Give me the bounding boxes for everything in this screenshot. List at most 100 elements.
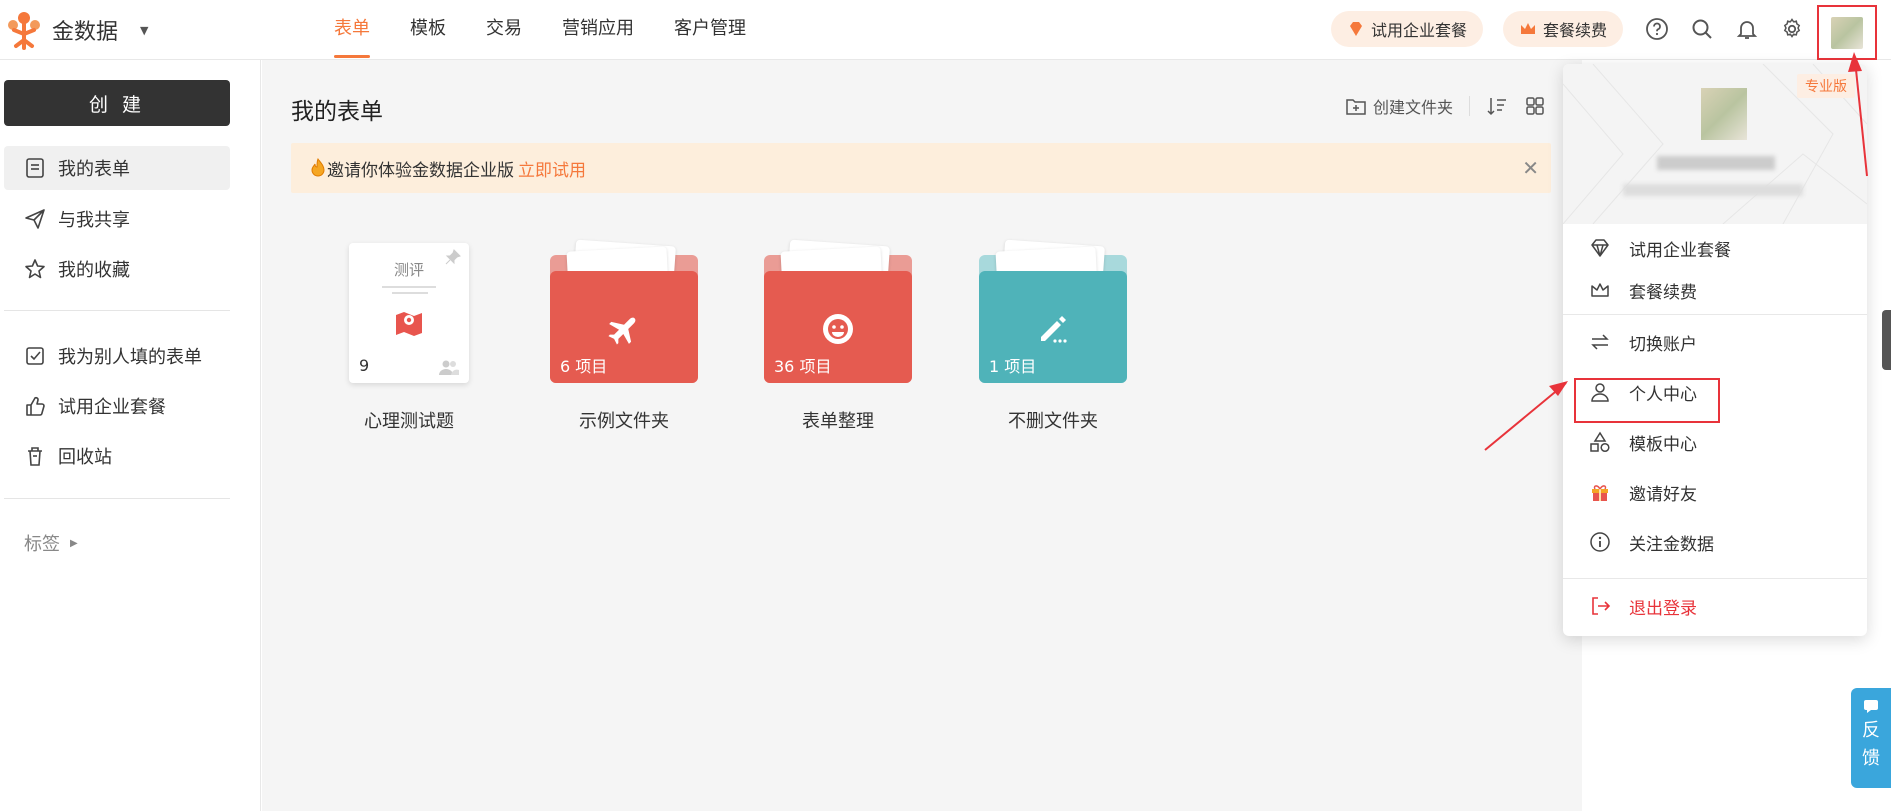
app-name: 金数据 [52,20,119,45]
send-icon [25,209,45,229]
grid-view-icon[interactable] [1524,95,1546,117]
user-profile-header: 专业版 [1563,64,1867,224]
menu-item-renew[interactable]: 套餐续费 [1563,268,1867,312]
pro-badge: 专业版 [1797,74,1855,98]
menu-item-follow[interactable]: 关注金数据 [1563,520,1867,564]
crown-icon [1591,283,1609,297]
renew-label: 套餐续费 [1543,21,1608,40]
create-button[interactable]: 创 建 [4,80,230,126]
folder-count: 6 项目 [560,357,608,376]
diamond-icon [1350,22,1362,36]
form-tile[interactable]: 测评 9 心理测试题 [349,243,469,433]
sort-icon[interactable] [1486,95,1508,117]
thumbs-up-icon [26,396,45,416]
renew-button[interactable]: 套餐续费 [1503,11,1624,47]
folder-count: 1 项目 [989,357,1037,376]
sidebar-item-shared[interactable]: 与我共享 [4,197,230,241]
trial-enterprise-label: 试用企业套餐 [1371,21,1468,40]
menu-item-template-center[interactable]: 模板中心 [1563,420,1867,464]
form-card: 测评 9 [349,243,469,383]
sidebar-item-label: 回收站 [58,447,112,468]
crown-icon [1521,23,1535,34]
folder: 6 项目 [550,239,698,383]
nav-customers[interactable]: 客户管理 [654,0,766,60]
menu-item-trial-enterprise[interactable]: 试用企业套餐 [1563,226,1867,270]
search-icon[interactable] [1688,15,1716,43]
main-content: 我的表单 创建文件夹 邀请你体验金数据企业版 立即试用 ✕ 测评 9 心理测试题… [262,60,1582,811]
trial-enterprise-button[interactable]: 试用企业套餐 [1331,11,1484,47]
sidebar-item-label: 与我共享 [58,210,130,231]
plane-icon [604,309,644,349]
form-list-icon [26,158,44,178]
folder-label: 表单整理 [802,411,874,432]
people-icon [439,360,459,375]
star-icon [25,259,45,279]
menu-item-invite-friends[interactable]: 邀请好友 [1563,470,1867,514]
sidebar-item-trash[interactable]: 回收站 [4,434,230,478]
tags-label: 标签 [24,534,60,555]
nav-forms[interactable]: 表单 [314,0,390,60]
form-card-line [392,292,428,294]
menu-item-label: 退出登录 [1629,598,1697,619]
user-dropdown-menu: 专业版 试用企业套餐 套餐续费 切换账户 个人中心 模板中心 邀请好友 关注金数… [1563,64,1867,636]
menu-item-label: 切换账户 [1629,334,1697,355]
close-icon[interactable]: ✕ [1522,156,1539,180]
feedback-button[interactable]: 反 馈 [1851,688,1891,788]
folder: 36 项目 [764,239,912,383]
nav-marketing[interactable]: 营销应用 [542,0,654,60]
folder-tile[interactable]: 1 项目 不删文件夹 [979,239,1127,433]
avatar [1831,16,1863,49]
logout-icon [1592,597,1611,615]
menu-item-label: 试用企业套餐 [1629,240,1731,261]
smile-icon [818,309,858,349]
user-name-blurred [1657,156,1775,170]
caret-down-icon[interactable]: ▼ [140,24,148,37]
app-logo[interactable]: 金数据 ▼ [4,10,148,50]
gear-icon[interactable] [1778,15,1806,43]
folder-label: 示例文件夹 [579,411,669,432]
caret-right-icon: ▶ [70,537,78,549]
new-folder-button[interactable]: 创建文件夹 [1345,94,1453,118]
sidebar-item-favorites[interactable]: 我的收藏 [4,247,230,291]
folder-tile[interactable]: 6 项目 示例文件夹 [550,239,698,433]
folder-plus-icon [1346,99,1366,115]
sidebar-item-trial-enterprise[interactable]: 试用企业套餐 [4,384,230,428]
sidebar-item-filled-for-others[interactable]: 我为别人填的表单 [4,334,230,378]
shapes-icon [1590,431,1610,453]
sidebar: 创 建 我的表单 与我共享 我的收藏 我为别人填的表单 试用企业套餐 回收站 标… [0,60,261,811]
form-tile-label: 心理测试题 [364,411,454,432]
checkbox-icon [26,347,44,365]
menu-item-logout[interactable]: 退出登录 [1563,584,1867,628]
menu-item-label: 套餐续费 [1629,282,1697,303]
menu-item-label: 邀请好友 [1629,484,1697,505]
sidebar-item-label: 我为别人填的表单 [58,347,202,368]
help-icon[interactable] [1643,15,1671,43]
pin-icon[interactable] [445,249,461,265]
switch-icon [1591,334,1609,350]
user-avatar-button[interactable] [1817,5,1877,60]
logo-icon [8,12,40,50]
menu-item-label: 关注金数据 [1629,534,1714,555]
folder-label: 不删文件夹 [1008,411,1098,432]
sidebar-item-label: 我的收藏 [58,260,130,281]
pen-icon [1033,309,1073,349]
menu-divider [1563,578,1867,579]
nav-transactions[interactable]: 交易 [466,0,542,60]
menu-item-switch-account[interactable]: 切换账户 [1563,320,1867,364]
new-folder-label: 创建文件夹 [1372,98,1453,117]
side-handle[interactable] [1882,310,1891,370]
nav-templates[interactable]: 模板 [390,0,466,60]
toolbar: 创建文件夹 [1345,94,1546,118]
bell-icon[interactable] [1733,15,1761,43]
try-now-link[interactable]: 立即试用 [518,156,586,181]
menu-item-label: 模板中心 [1629,434,1697,455]
banner-text: 邀请你体验金数据企业版 [327,160,514,181]
invite-banner: 邀请你体验金数据企业版 立即试用 ✕ [291,143,1551,193]
folder-tile[interactable]: 36 项目 表单整理 [764,239,912,433]
sidebar-item-my-forms[interactable]: 我的表单 [4,146,230,190]
form-card-line [382,286,436,288]
folder-count: 36 项目 [774,357,832,376]
sidebar-tags[interactable]: 标签 ▶ [24,530,78,556]
feedback-label-2: 馈 [1862,748,1880,769]
sidebar-divider [4,498,230,499]
